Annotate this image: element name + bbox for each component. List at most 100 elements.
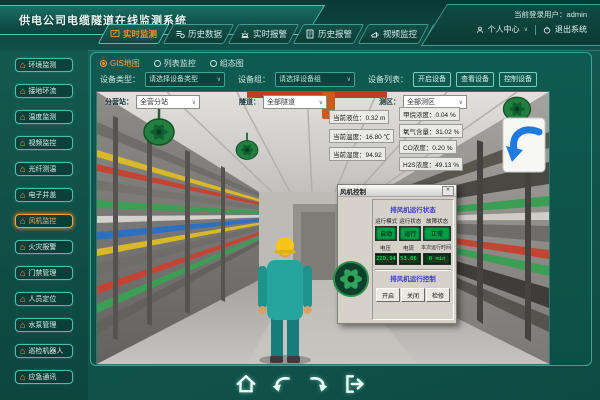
divider bbox=[535, 25, 536, 35]
sidebar-item-video[interactable]: ⌂视频监控 bbox=[15, 136, 73, 150]
sidebar-item-manhole-cover[interactable]: ⌂电子井盖 bbox=[15, 188, 73, 202]
home-icon[interactable] bbox=[235, 373, 257, 395]
radio-icon bbox=[210, 60, 217, 67]
h2s-readout: H2S浓度：49.13 % bbox=[399, 157, 463, 171]
device-list-label: 设备列表： bbox=[368, 74, 408, 85]
chevron-down-icon: ∨ bbox=[192, 99, 196, 106]
house-icon: ⌂ bbox=[20, 61, 25, 70]
personal-center-link[interactable]: 个人中心 bbox=[488, 24, 520, 35]
sidebar-item-environment[interactable]: ⌂环境监测 bbox=[15, 58, 73, 72]
close-icon[interactable]: ✕ bbox=[442, 186, 454, 196]
current-led: 53.06 A bbox=[399, 253, 421, 265]
tab-realtime-alarm[interactable]: 实时报警 bbox=[228, 24, 300, 44]
station-filter-select[interactable]: 全营分站∨ bbox=[136, 95, 200, 109]
sidebar-item-fiber-temp[interactable]: ⌂光纤测温 bbox=[15, 162, 73, 176]
radio-scada-view[interactable]: 组态图 bbox=[210, 58, 244, 69]
device-group-select[interactable]: 请选择设备组∨ bbox=[275, 72, 355, 87]
tunnel-3d-viewport[interactable]: 分营站： 全营分站∨ 隧道： 全部隧道∨ 测区： 全部测区∨ 当前液位：0.32… bbox=[96, 91, 550, 365]
fan-control-dialog: 风机控制 ✕ 排风机运行状态 bbox=[337, 184, 457, 324]
tab-history-data[interactable]: 历史数据 bbox=[163, 24, 235, 44]
tab-realtime-monitor[interactable]: 实时监测 bbox=[98, 24, 170, 44]
left-sidebar: ⌂环境监测 ⌂接地环流 ⌂温度监测 ⌂视频监控 ⌂光纤测温 ⌂电子井盖 ⌂风机监… bbox=[0, 50, 88, 400]
open-device-button[interactable]: 开启设备 bbox=[413, 72, 451, 87]
bottom-toolbar bbox=[0, 368, 600, 400]
sidebar-item-fan-monitor[interactable]: ⌂风机监控 bbox=[15, 214, 73, 228]
house-icon: ⌂ bbox=[20, 347, 25, 356]
run-mode-led: 自动 bbox=[375, 226, 397, 241]
sidebar-item-temperature[interactable]: ⌂温度监测 bbox=[15, 110, 73, 124]
house-icon: ⌂ bbox=[20, 321, 25, 330]
sidebar-item-personnel-location[interactable]: ⌂人员定位 bbox=[15, 292, 73, 306]
voltage-led: 220.94 V bbox=[375, 253, 397, 265]
run-state-led: 运行 bbox=[399, 226, 421, 241]
temperature-readout: 当前温度：16.80 ℃ bbox=[329, 129, 394, 143]
sidebar-item-fire-alarm[interactable]: ⌂火灾报警 bbox=[15, 240, 73, 254]
radio-icon bbox=[154, 60, 161, 67]
fan-maintenance-button[interactable]: 检修 bbox=[426, 288, 450, 302]
house-icon: ⌂ bbox=[20, 87, 25, 96]
fan-start-button[interactable]: 开启 bbox=[376, 288, 400, 302]
fan-stop-button[interactable]: 关闭 bbox=[401, 288, 425, 302]
view-mode-row: GIS地图 列表监控 组态图 bbox=[96, 57, 586, 69]
runtime-led: 0 min bbox=[423, 253, 451, 265]
back-arrow-icon[interactable] bbox=[271, 373, 293, 395]
history-data-icon bbox=[175, 29, 185, 39]
radio-icon bbox=[100, 60, 107, 67]
house-icon: ⌂ bbox=[20, 243, 25, 252]
house-icon: ⌂ bbox=[20, 269, 25, 278]
sidebar-item-inspection-robot[interactable]: ⌂巡检机器人 bbox=[15, 344, 73, 358]
chevron-down-icon: ∨ bbox=[319, 99, 323, 106]
history-alarm-icon bbox=[305, 29, 315, 39]
exit-icon[interactable] bbox=[343, 373, 365, 395]
tab-video-monitor[interactable]: 视频监控 bbox=[358, 24, 430, 44]
tab-label: 实时监测 bbox=[123, 28, 157, 40]
realtime-monitor-icon bbox=[110, 29, 120, 39]
current-user-label: 当前登录用户：admin bbox=[455, 9, 587, 20]
divider bbox=[375, 269, 451, 271]
station-filter-label: 分营站： bbox=[105, 97, 133, 107]
tunnel-filter-select[interactable]: 全部隧道∨ bbox=[263, 95, 327, 109]
device-type-label: 设备类型： bbox=[100, 74, 140, 85]
sidebar-item-access-control[interactable]: ⌂门禁管理 bbox=[15, 266, 73, 280]
fan-status-header: 排风机运行状态 bbox=[375, 204, 451, 214]
fault-state-led: 正常 bbox=[423, 226, 451, 241]
humidity-readout: 当前湿度：94.92 bbox=[329, 147, 386, 161]
house-icon: ⌂ bbox=[20, 191, 25, 200]
view-device-button[interactable]: 查看设备 bbox=[456, 72, 494, 87]
power-icon bbox=[543, 26, 551, 34]
dialog-titlebar[interactable]: 风机控制 ✕ bbox=[338, 185, 456, 197]
co-readout: CO浓度：0.20 % bbox=[399, 140, 457, 154]
chevron-down-icon: ∨ bbox=[217, 76, 221, 83]
oxygen-readout: 氧气含量：31.02 % bbox=[399, 124, 463, 138]
top-header: 供电公司电缆隧道在线监测系统 实时监测 历史数据 实时报警 bbox=[0, 0, 600, 51]
radio-list-monitor[interactable]: 列表监控 bbox=[154, 58, 196, 69]
realtime-alarm-icon bbox=[240, 29, 250, 39]
forward-arrow-icon[interactable] bbox=[307, 373, 329, 395]
sidebar-item-ground-circulation[interactable]: ⌂接地环流 bbox=[15, 84, 73, 98]
device-type-select[interactable]: 请选择设备类型∨ bbox=[145, 72, 225, 87]
methane-readout: 甲烷浓度：0.04 % bbox=[399, 107, 460, 121]
device-controls-row: 设备类型： 请选择设备类型∨ 设备组： 请选择设备组∨ 设备列表： 开启设备 查… bbox=[96, 70, 586, 88]
main-panel: GIS地图 列表监控 组态图 设备类型： 请选择设备类型∨ 设备组： 请选择设备… bbox=[90, 52, 592, 366]
device-group-label: 设备组： bbox=[238, 74, 270, 85]
house-icon: ⌂ bbox=[20, 295, 25, 304]
house-icon: ⌂ bbox=[20, 217, 25, 226]
video-monitor-icon bbox=[370, 29, 380, 39]
water-level-readout: 当前液位：0.32 m bbox=[329, 110, 389, 124]
radio-gis-map[interactable]: GIS地图 bbox=[100, 58, 140, 69]
navigation-arrow-card[interactable] bbox=[503, 118, 545, 172]
fan-control-header: 排风机运行控制 bbox=[375, 273, 451, 283]
sidebar-item-water-pump[interactable]: ⌂水泵管理 bbox=[15, 318, 73, 332]
tab-history-alarm[interactable]: 历史报警 bbox=[293, 24, 365, 44]
logout-link[interactable]: 退出系统 bbox=[555, 24, 587, 35]
user-panel: 当前登录用户：admin 个人中心 ∨ 退出系统 bbox=[421, 4, 600, 46]
zone-filter-label: 测区： bbox=[379, 97, 400, 107]
tunnel-filter-label: 隧道： bbox=[239, 97, 260, 107]
chevron-down-icon: ∨ bbox=[347, 76, 351, 83]
chevron-down-icon[interactable]: ∨ bbox=[524, 26, 528, 33]
tab-label: 历史数据 bbox=[188, 28, 222, 40]
control-device-button[interactable]: 控制设备 bbox=[499, 72, 537, 87]
dialog-title: 风机控制 bbox=[340, 186, 366, 196]
person-icon bbox=[476, 26, 484, 34]
tab-label: 视频监控 bbox=[383, 28, 417, 40]
